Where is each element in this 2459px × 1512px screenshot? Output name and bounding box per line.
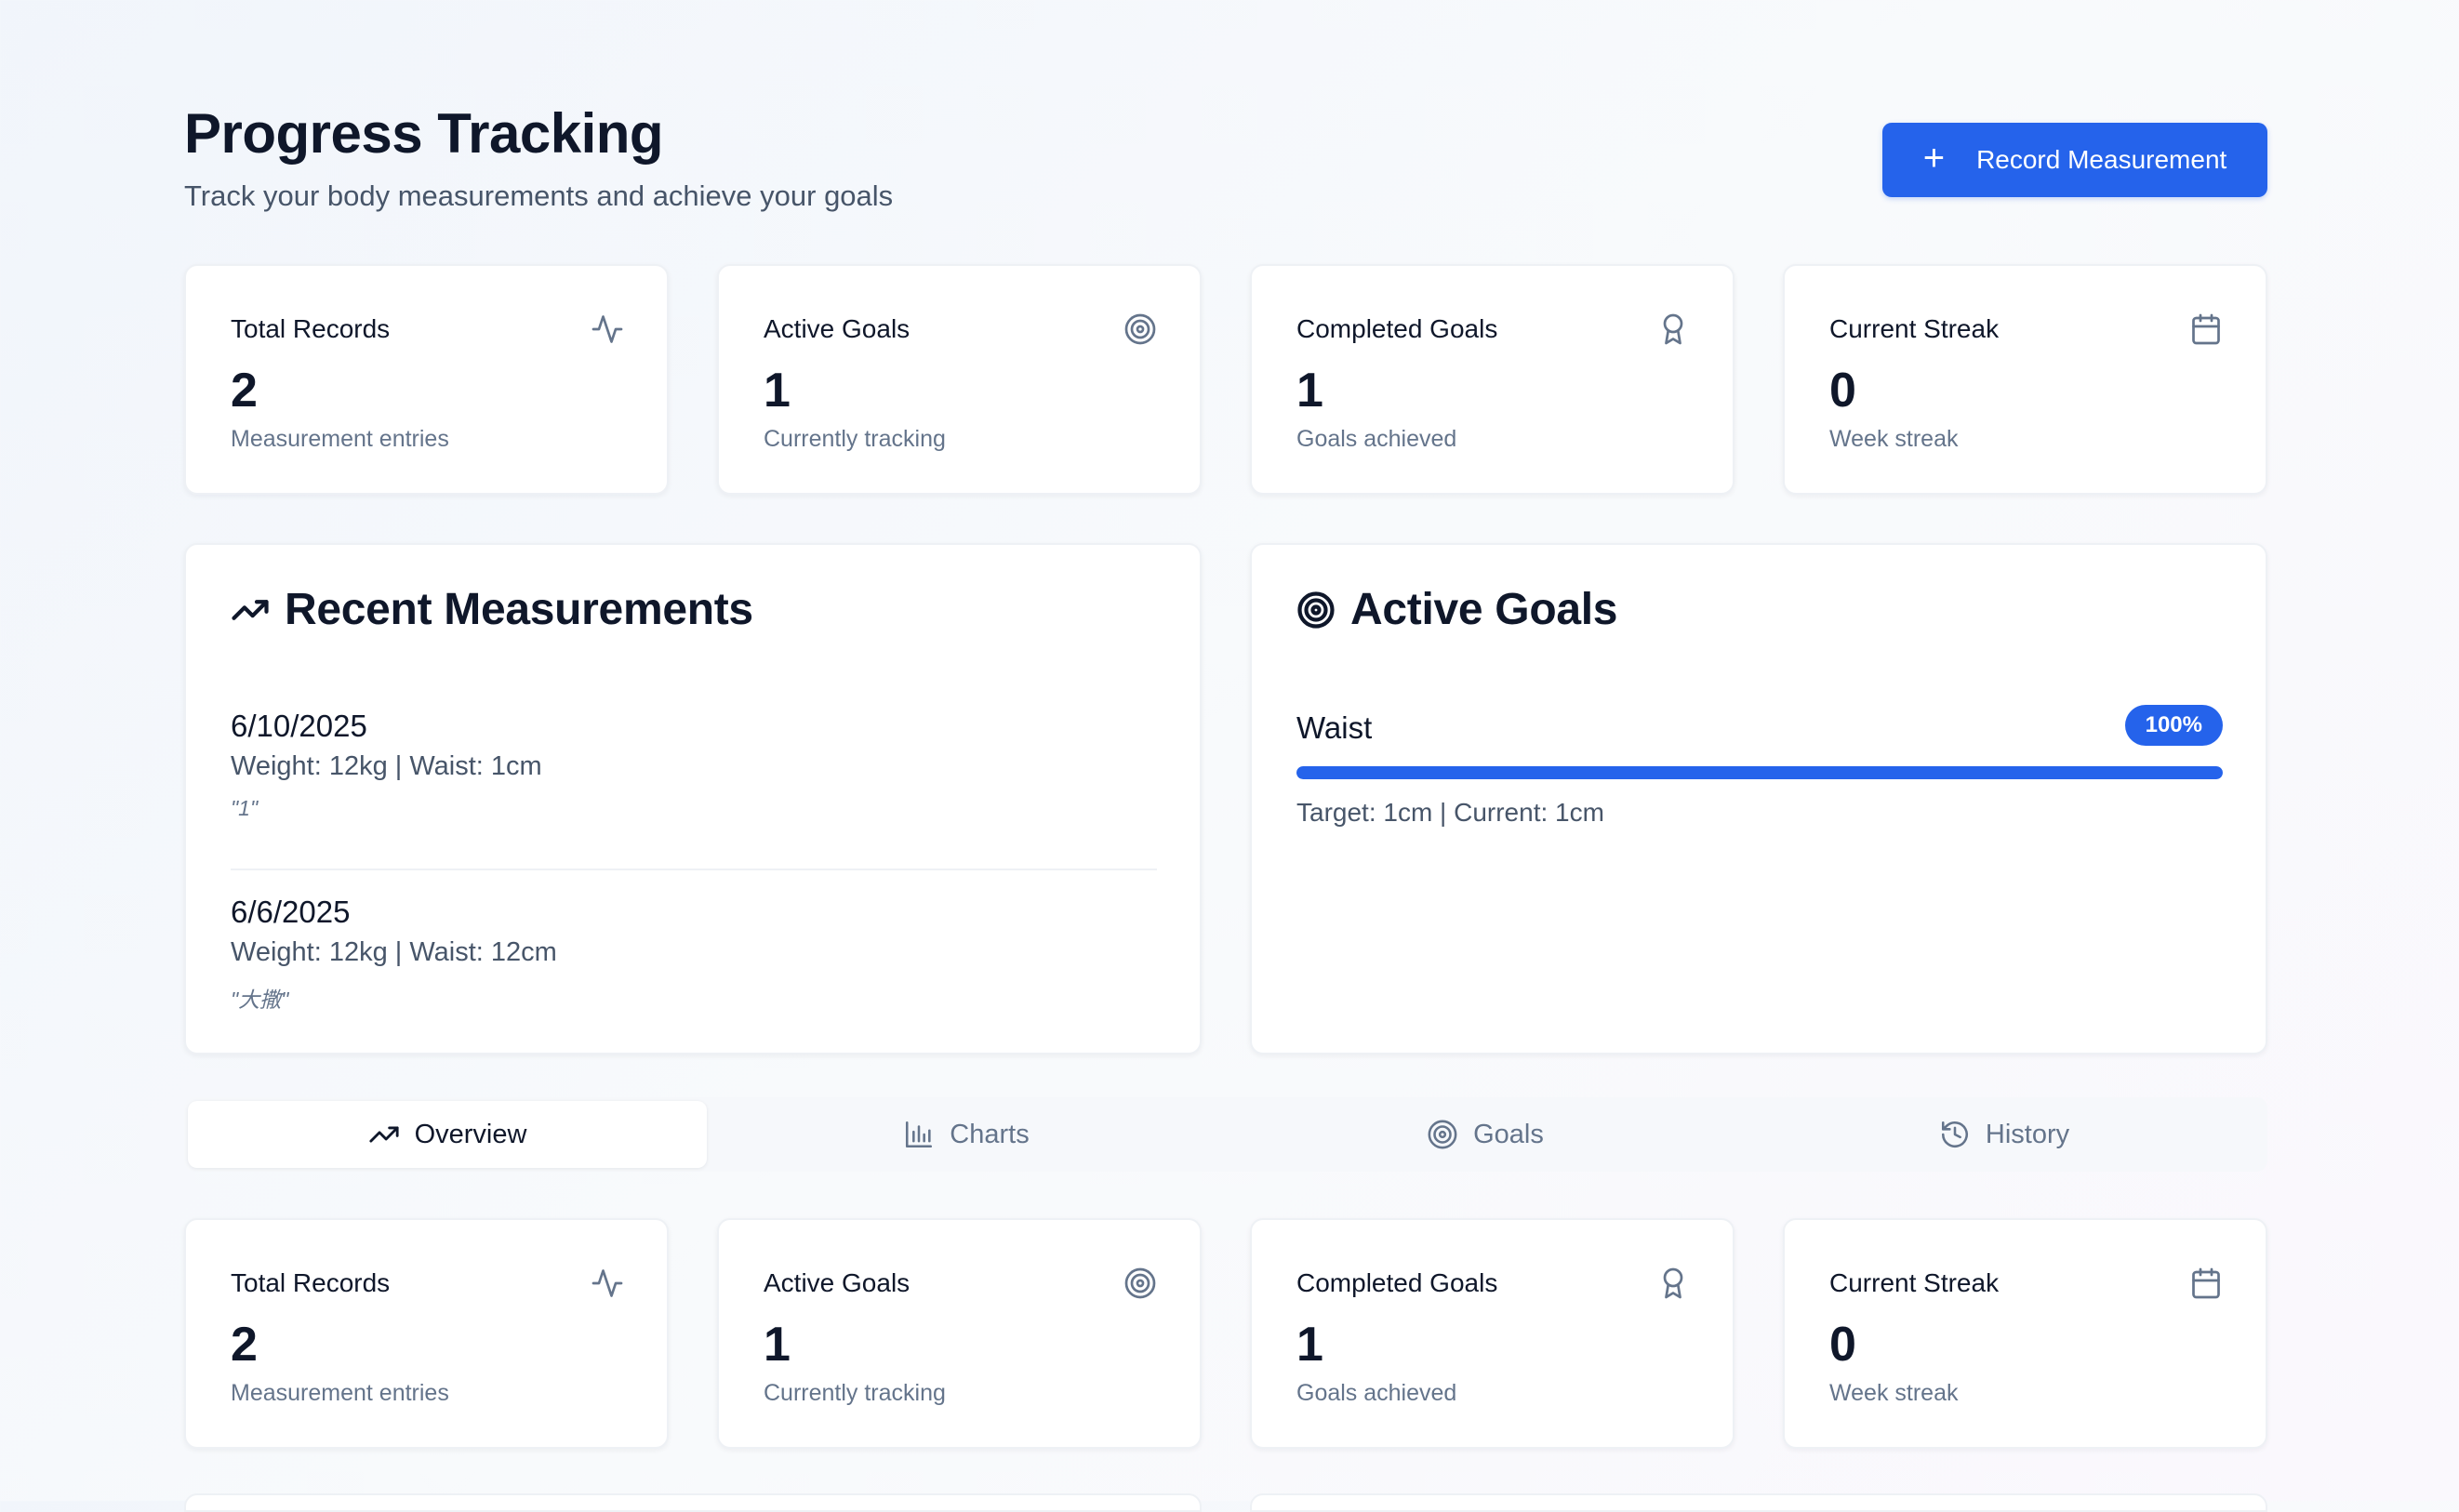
target-icon [1124, 1267, 1156, 1299]
award-icon [1663, 313, 1683, 345]
stat-card-active-goals: Active Goals 1 Currently tracking [717, 264, 1202, 495]
stat-label: Total Records [231, 1268, 391, 1297]
goal-progress-bar [1296, 766, 2223, 779]
stat-value: 0 [1829, 364, 1856, 418]
record-measurement-label: Record Measurement [1976, 145, 2227, 174]
panel-title-text: Active Goals [1350, 585, 1618, 634]
stat-desc: Measurement entries [231, 1380, 449, 1406]
list-item: 6/10/2025 Weight: 12kg | Waist: 1cm "1" [231, 703, 1157, 869]
measurement-list: 6/10/2025 Weight: 12kg | Waist: 1cm "1" … [231, 703, 1157, 1023]
tab-bar: Overview Charts Goals History [184, 1097, 2267, 1172]
stat-label: Total Records [231, 314, 391, 343]
goal-detail: Target: 1cm | Current: 1cm [1296, 798, 1604, 827]
activity-icon [591, 315, 623, 343]
goal-progress-fill [1296, 766, 2223, 779]
trending-up-icon [232, 599, 269, 620]
tab-history[interactable]: History [1745, 1101, 2264, 1168]
page-title: Progress Tracking [184, 102, 664, 165]
active-goals-panel: Active Goals Waist 100% Target: 1cm | Cu… [1250, 543, 2267, 1054]
stat-label: Current Streak [1829, 314, 2000, 343]
list-item: 6/6/2025 Weight: 12kg | Waist: 12cm "大撒" [231, 869, 1157, 1023]
panel-title-text: Recent Measurements [285, 585, 753, 634]
history-icon [1941, 1121, 1968, 1148]
stat-value: 1 [764, 364, 791, 418]
stat-value: 1 [1296, 364, 1323, 418]
stat-label: Current Streak [1829, 1268, 2000, 1297]
next-panels-edge [184, 1493, 2267, 1512]
bar-chart-icon [906, 1121, 933, 1148]
stat-desc: Goals achieved [1296, 1380, 1457, 1406]
recent-measurements-title: Recent Measurements [231, 584, 753, 635]
stat-card-current-streak: Current Streak 0 Week streak [1783, 264, 2267, 495]
target-icon [1297, 590, 1335, 629]
stat-card-active-goals: Active Goals 1 Currently tracking [717, 1218, 1202, 1449]
stat-label: Active Goals [764, 1268, 910, 1297]
page-header: Progress Tracking Track your body measur… [184, 93, 2267, 223]
target-icon [1428, 1120, 1457, 1149]
goal-percent-badge: 100% [2124, 705, 2223, 746]
stat-desc: Week streak [1829, 1380, 1959, 1406]
panel-edge [1250, 1493, 2267, 1512]
page-subtitle: Track your body measurements and achieve… [184, 179, 894, 212]
plus-icon: + [1922, 138, 1946, 179]
stat-card-current-streak: Current Streak 0 Week streak [1783, 1218, 2267, 1449]
stats-row: Total Records 2 Measurement entries Acti… [184, 264, 2267, 495]
stat-card-total-records: Total Records 2 Measurement entries [184, 1218, 669, 1449]
tab-goals[interactable]: Goals [1226, 1101, 1745, 1168]
goal-name: Waist [1296, 710, 1373, 745]
calendar-icon [2192, 313, 2220, 345]
trending-up-icon [368, 1126, 399, 1143]
stat-label: Completed Goals [1296, 314, 1498, 343]
stat-value: 1 [764, 1318, 791, 1372]
stat-label: Completed Goals [1296, 1268, 1498, 1297]
measurement-note: "1" [231, 796, 259, 820]
tab-label: History [1985, 1119, 2070, 1149]
measurement-date: 6/10/2025 [231, 709, 367, 743]
overview-stats-row: Total Records 2 Measurement entries Acti… [184, 1218, 2267, 1449]
target-icon [1124, 313, 1156, 345]
panel-edge [184, 1493, 1202, 1512]
award-icon [1663, 1267, 1683, 1299]
tab-label: Charts [950, 1119, 1030, 1149]
stat-label: Active Goals [764, 314, 910, 343]
stat-value: 2 [231, 364, 258, 418]
stat-desc: Currently tracking [764, 426, 946, 452]
active-goals-title: Active Goals [1296, 584, 1618, 635]
stat-desc: Currently tracking [764, 1380, 946, 1406]
stat-card-completed-goals: Completed Goals 1 Goals achieved [1250, 264, 1735, 495]
measurement-stats: Weight: 12kg | Waist: 12cm [231, 937, 557, 967]
stat-value: 0 [1829, 1318, 1856, 1372]
activity-icon [591, 1269, 623, 1297]
stat-desc: Goals achieved [1296, 426, 1457, 452]
tab-label: Goals [1473, 1119, 1544, 1149]
stat-value: 2 [231, 1318, 258, 1372]
tab-label: Overview [414, 1119, 527, 1149]
calendar-icon [2192, 1267, 2220, 1299]
tab-charts[interactable]: Charts [707, 1101, 1226, 1168]
stat-card-completed-goals: Completed Goals 1 Goals achieved [1250, 1218, 1735, 1449]
measurement-note: "大撒" [231, 988, 289, 1012]
tab-overview[interactable]: Overview [188, 1101, 707, 1168]
measurement-date: 6/6/2025 [231, 895, 351, 929]
measurement-stats: Weight: 12kg | Waist: 1cm [231, 751, 542, 781]
stat-card-total-records: Total Records 2 Measurement entries [184, 264, 669, 495]
recent-measurements-panel: Recent Measurements 6/10/2025 Weight: 12… [184, 543, 1202, 1054]
stat-desc: Measurement entries [231, 426, 449, 452]
stat-desc: Week streak [1829, 426, 1959, 452]
stat-value: 1 [1296, 1318, 1323, 1372]
record-measurement-button[interactable]: + Record Measurement [1882, 123, 2267, 197]
panels-row: Recent Measurements 6/10/2025 Weight: 12… [184, 543, 2267, 1054]
